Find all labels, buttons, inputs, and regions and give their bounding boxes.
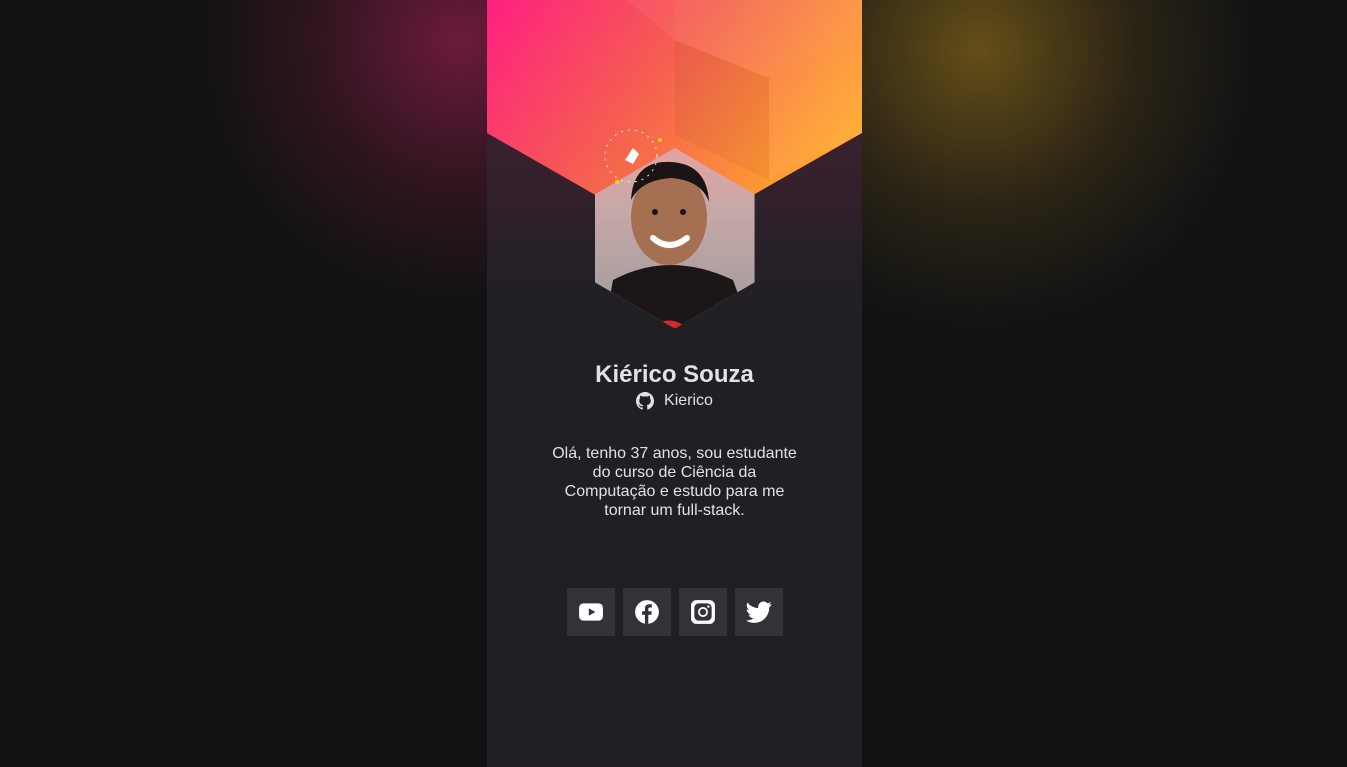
youtube-icon	[579, 603, 603, 621]
profile-card: Kiérico Souza Kierico Olá, tenho 37 anos…	[487, 0, 862, 767]
instagram-button[interactable]	[679, 588, 727, 636]
facebook-icon	[635, 600, 659, 624]
youtube-button[interactable]	[567, 588, 615, 636]
avatar	[583, 120, 773, 335]
profile-name: Kiérico Souza	[595, 361, 754, 388]
github-username[interactable]: Kierico	[664, 392, 713, 410]
social-links	[567, 588, 783, 636]
twitter-icon	[746, 601, 772, 623]
github-icon	[636, 392, 655, 410]
facebook-button[interactable]	[623, 588, 671, 636]
twitter-button[interactable]	[735, 588, 783, 636]
instagram-icon	[691, 600, 715, 624]
github-link[interactable]: Kierico	[487, 392, 862, 410]
bio-text: Olá, tenho 37 anos, sou estudante do cur…	[552, 445, 797, 519]
